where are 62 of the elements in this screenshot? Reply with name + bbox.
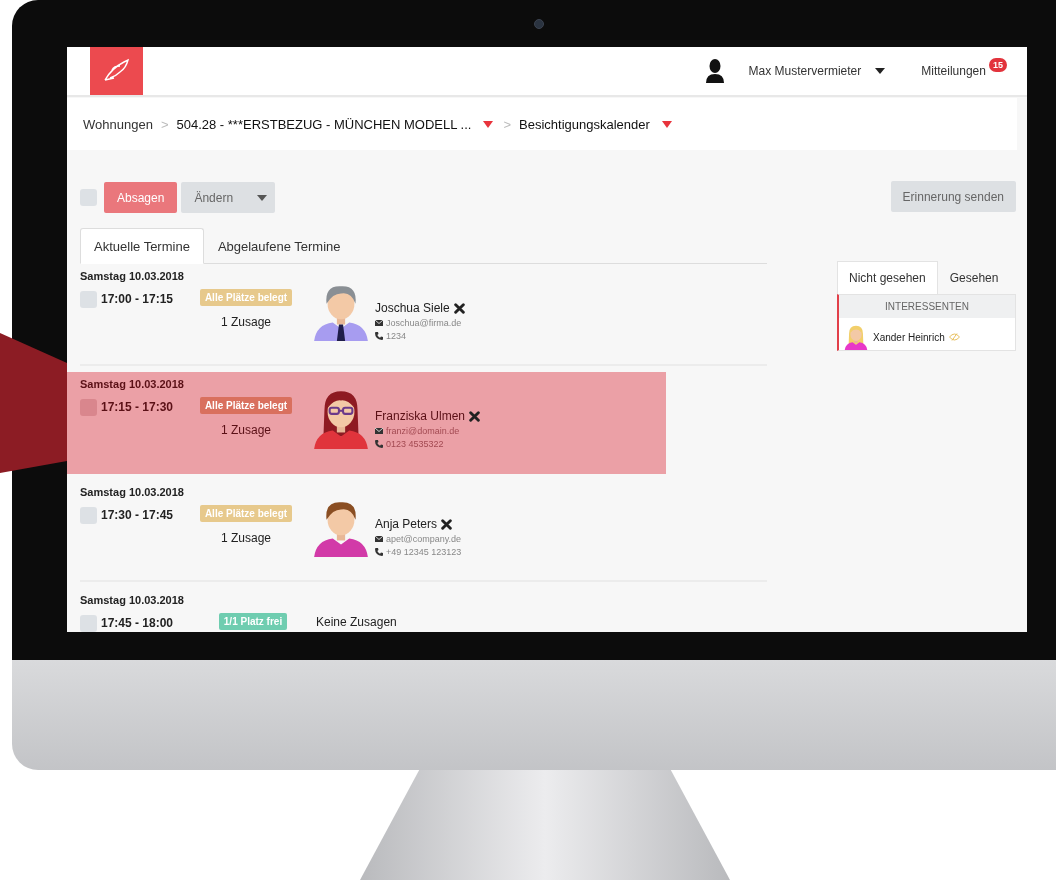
appointment-date: Samstag 10.03.2018 xyxy=(80,270,185,282)
time-slot: 17:45 - 18:00 xyxy=(101,616,174,630)
status-badge: Alle Plätze belegt xyxy=(199,397,293,414)
status-badge: Alle Plätze belegt xyxy=(199,289,293,306)
phone-icon xyxy=(375,440,383,448)
attendee-name: Franziska Ulmen xyxy=(375,409,466,423)
acceptance-count: 1 Zusage xyxy=(220,531,271,545)
phone-icon xyxy=(375,548,383,556)
appointment-checkbox[interactable] xyxy=(80,614,97,632)
appointment-date: Samstag 10.03.2018 xyxy=(80,378,185,390)
acceptance-count: 1 Zusage xyxy=(220,315,271,329)
attendee-phone: 1234 xyxy=(386,331,407,341)
breadcrumb-separator: > xyxy=(503,116,512,132)
user-icon[interactable] xyxy=(704,59,725,83)
caret-icon[interactable] xyxy=(661,120,672,128)
interested-name: Xander Heinrich xyxy=(873,331,945,343)
time-slot: 17:30 - 17:45 xyxy=(101,508,174,522)
status-badge: Alle Plätze belegt xyxy=(199,505,293,522)
select-all-checkbox[interactable] xyxy=(80,189,97,206)
remove-icon[interactable] xyxy=(469,410,481,422)
attendee-name: Joschua Siele xyxy=(375,301,450,315)
user-menu[interactable]: Max Mustervermieter xyxy=(748,64,916,78)
attendee-email: apet@company.de xyxy=(386,534,461,544)
tab[interactable]: Abgelaufene Termine xyxy=(203,228,355,264)
edit-dropdown[interactable]: Ändern xyxy=(181,182,276,213)
appointment-checkbox[interactable] xyxy=(80,506,97,524)
appointment-date: Samstag 10.03.2018 xyxy=(80,486,185,498)
status-badge: 1/1 Platz frei xyxy=(218,613,288,630)
appointment-date: Samstag 10.03.2018 xyxy=(80,594,185,606)
breadcrumb-link[interactable]: Wohnungen xyxy=(83,116,153,132)
envelope-icon xyxy=(375,536,383,542)
notification-count: 15 xyxy=(989,58,1007,72)
avatar-icon xyxy=(843,324,869,350)
interested-item[interactable]: Xander Heinrich xyxy=(839,318,1015,350)
attendee-email: Joschua@firma.de xyxy=(386,318,462,328)
attendee-phone: 0123 4535322 xyxy=(386,439,444,449)
tab[interactable]: Nicht gesehen xyxy=(837,261,938,294)
attendee-phone: +49 12345 123123 xyxy=(386,547,462,557)
tab[interactable]: Aktuelle Termine xyxy=(80,228,204,264)
remove-icon[interactable] xyxy=(441,518,453,530)
camera-icon xyxy=(534,18,544,29)
envelope-icon xyxy=(375,428,383,434)
remove-icon[interactable] xyxy=(453,302,465,314)
attendee-name: Anja Peters xyxy=(375,517,438,531)
time-slot: 17:00 - 17:15 xyxy=(101,292,174,306)
notifications-link[interactable]: Mitteilungen xyxy=(921,64,986,78)
appointment-checkbox[interactable] xyxy=(80,398,97,416)
send-reminder-button[interactable]: Erinnerung senden xyxy=(890,181,1016,212)
no-acceptances-text: Keine Zusagen xyxy=(316,615,397,631)
caret-icon[interactable] xyxy=(483,120,494,128)
time-slot: 17:15 - 17:30 xyxy=(101,400,174,414)
breadcrumb-link[interactable]: Besichtigungskalender xyxy=(519,116,650,132)
envelope-icon xyxy=(375,320,383,326)
breadcrumb-separator: > xyxy=(160,116,169,132)
appointment-checkbox[interactable] xyxy=(80,290,97,308)
attendee-email: franzi@domain.de xyxy=(386,426,460,436)
acceptance-count: 1 Zusage xyxy=(220,423,271,437)
eye-slash-icon xyxy=(948,333,960,341)
tab[interactable]: Gesehen xyxy=(937,261,1011,294)
panel-header: INTERESSENTEN xyxy=(839,295,1015,318)
breadcrumb-link[interactable]: 504.28 - ***ERSTBEZUG - MÜNCHEN MODELL ... xyxy=(176,116,472,132)
phone-icon xyxy=(375,332,383,340)
